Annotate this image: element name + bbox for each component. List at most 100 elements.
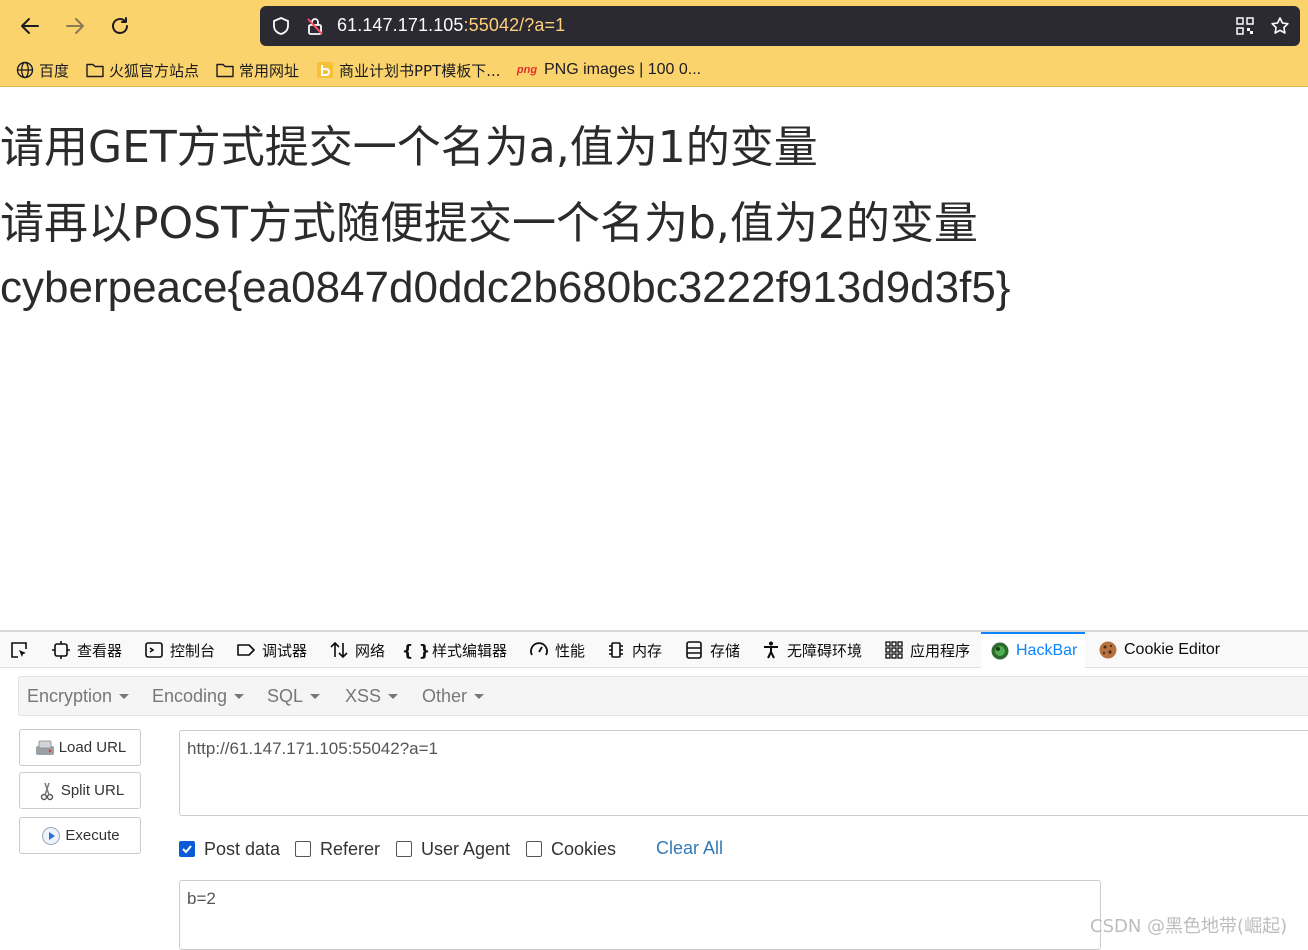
folder-icon	[215, 60, 235, 80]
caret-down-icon	[234, 693, 245, 699]
tab-label: Cookie Editor	[1124, 641, 1221, 658]
tab-performance[interactable]: 性能	[528, 632, 585, 668]
load-url-icon	[34, 737, 56, 759]
post-data-textarea[interactable]: b=2	[179, 880, 1101, 950]
globe-icon	[15, 60, 35, 80]
bookmark-label: 常用网址	[239, 61, 300, 80]
caret-down-icon	[310, 693, 321, 699]
checkbox-icon	[526, 841, 542, 857]
tab-label: 调试器	[262, 641, 308, 660]
url-textarea[interactable]: http://61.147.171.105:55042?a=1	[179, 730, 1308, 816]
tab-label: 查看器	[77, 641, 123, 660]
menu-label: Other	[422, 685, 468, 706]
referer-checkbox[interactable]: Referer	[295, 838, 380, 860]
bookmark-label: 商业计划书PPT模板下...	[339, 61, 501, 80]
option-label: Referer	[320, 838, 381, 859]
instruction-post: 请再以POST方式随便提交一个名为b,值为2的变量	[0, 198, 978, 249]
option-label: Post data	[204, 838, 281, 859]
element-picker-icon	[8, 639, 30, 661]
menu-sql[interactable]: SQL	[267, 677, 321, 715]
user-agent-checkbox[interactable]: User Agent	[396, 838, 510, 860]
address-bar[interactable]: 61.147.171.105:55042/?a=1	[260, 6, 1300, 46]
bookmark-label: 百度	[39, 61, 70, 80]
option-label: User Agent	[421, 838, 511, 859]
insecure-lock-icon[interactable]	[304, 15, 326, 37]
png-favicon-icon: png	[514, 60, 540, 80]
network-arrows-icon	[328, 639, 350, 661]
bookmark-label: PNG images | 100 0...	[544, 61, 702, 78]
checkbox-icon	[396, 841, 412, 857]
back-arrow-icon	[21, 18, 39, 34]
shield-icon[interactable]	[270, 15, 292, 37]
tab-label: 应用程序	[910, 641, 971, 660]
clear-all-link[interactable]: Clear All	[656, 838, 723, 859]
tab-label: 性能	[555, 641, 586, 660]
option-label: Cookies	[551, 838, 617, 859]
bookmarks-toolbar: 百度 火狐官方站点 常用网址 商业计划书PPT模板下... png PNG im…	[0, 54, 1308, 87]
url-text[interactable]: 61.147.171.105:55042/?a=1	[337, 15, 565, 36]
button-label: Load URL	[58, 739, 127, 756]
bookmark-png-images[interactable]: png PNG images | 100 0...	[514, 59, 701, 81]
qr-code-icon[interactable]	[1234, 15, 1256, 37]
menu-other[interactable]: Other	[422, 677, 485, 715]
tab-application[interactable]: 应用程序	[883, 632, 970, 668]
tab-network[interactable]: 网络	[328, 632, 385, 668]
execute-button[interactable]: Execute	[19, 817, 141, 854]
play-circle-icon	[40, 825, 62, 847]
url-host: 61.147.171.105	[337, 15, 464, 35]
tab-inspector[interactable]: 查看器	[50, 632, 122, 668]
tab-console[interactable]: 控制台	[143, 632, 215, 668]
cookie-icon	[1097, 639, 1119, 661]
reload-button[interactable]	[106, 12, 134, 40]
bookmark-ppt-template[interactable]: 商业计划书PPT模板下...	[315, 59, 501, 81]
menu-encryption[interactable]: Encryption	[27, 677, 130, 715]
menu-xss[interactable]: XSS	[345, 677, 399, 715]
tab-label: 无障碍环境	[787, 641, 863, 660]
checkbox-icon	[295, 841, 311, 857]
split-url-button[interactable]: Split URL	[19, 772, 141, 809]
gauge-icon	[528, 639, 550, 661]
menu-label: SQL	[267, 685, 304, 706]
tab-label: 控制台	[170, 641, 216, 660]
element-picker-button[interactable]	[8, 632, 35, 668]
tab-storage[interactable]: 存储	[683, 632, 740, 668]
cookies-checkbox[interactable]: Cookies	[526, 838, 616, 860]
tab-accessibility[interactable]: 无障碍环境	[760, 632, 862, 668]
bookmark-common-sites[interactable]: 常用网址	[215, 59, 299, 81]
tab-label: 网络	[355, 641, 386, 660]
scissors-icon	[36, 780, 58, 802]
bookmark-favicon-icon	[315, 60, 335, 80]
reload-icon	[112, 17, 128, 34]
checkbox-checked-icon	[179, 841, 195, 857]
png-favicon-text: png	[516, 64, 538, 76]
tab-memory[interactable]: 内存	[605, 632, 662, 668]
braces-icon: { }	[401, 640, 431, 660]
tab-cookie-editor[interactable]: Cookie Editor	[1097, 632, 1220, 668]
bookmark-firefox-official[interactable]: 火狐官方站点	[85, 59, 199, 81]
watermark: CSDN @黑色地带(崛起)	[1090, 916, 1288, 937]
folder-icon	[85, 60, 105, 80]
caret-down-icon	[388, 693, 399, 699]
flag-text: cyberpeace{ea0847d0ddc2b680bc3222f913d9d…	[0, 263, 1011, 312]
tab-label: 内存	[632, 641, 663, 660]
page-content: 请用GET方式提交一个名为a,值为1的变量 请再以POST方式随便提交一个名为b…	[0, 87, 1308, 630]
tab-debugger[interactable]: 调试器	[235, 632, 307, 668]
browser-toolbar: 61.147.171.105:55042/?a=1	[0, 0, 1308, 54]
bookmark-baidu[interactable]: 百度	[15, 59, 69, 81]
caret-down-icon	[119, 693, 130, 699]
tab-style-editor[interactable]: { } 样式编辑器	[401, 632, 507, 668]
tab-label: 存储	[710, 641, 741, 660]
back-button[interactable]	[16, 12, 44, 40]
menu-encoding[interactable]: Encoding	[152, 677, 245, 715]
menu-label: Encryption	[27, 685, 113, 706]
forward-button[interactable]	[61, 12, 89, 40]
load-url-button[interactable]: Load URL	[19, 729, 141, 766]
button-label: Split URL	[60, 782, 125, 799]
bookmark-label: 火狐官方站点	[109, 61, 200, 80]
tab-hackbar[interactable]: HackBar	[981, 632, 1086, 668]
console-icon	[143, 639, 165, 661]
post-data-checkbox[interactable]: Post data	[179, 838, 280, 860]
caret-down-icon	[474, 693, 485, 699]
bookmark-star-icon[interactable]	[1269, 15, 1291, 37]
accessibility-icon	[760, 639, 782, 661]
